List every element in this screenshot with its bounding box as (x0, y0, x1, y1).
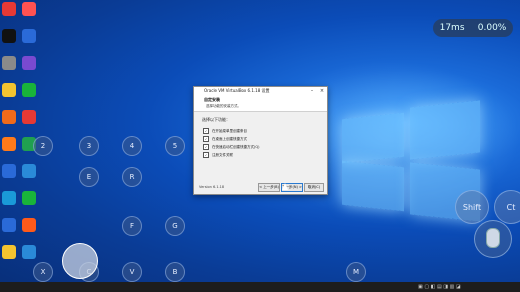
key-ctrl-label: Ct (506, 202, 516, 212)
desktop-app-icon[interactable] (22, 191, 36, 205)
tray-icons[interactable]: ▣ ▢ ◧ ▤ ◨ ▥ ◪ (418, 284, 461, 290)
key-2[interactable]: 2 (33, 136, 53, 156)
dialog-title: Oracle VM VirtualBox 6.1.18 设置 (204, 88, 270, 93)
desktop-app-icon[interactable] (22, 2, 36, 16)
key-3-label: 3 (86, 142, 92, 150)
desktop-app-icon[interactable] (22, 218, 36, 232)
desktop-app-icon[interactable] (2, 110, 16, 124)
option-label: 在开始菜单里创建条目 (212, 128, 247, 133)
virtual-joystick[interactable] (62, 243, 98, 279)
dialog-heading: 自定安装 (204, 97, 220, 102)
desktop-app-icon[interactable] (22, 56, 36, 70)
latency-readout: 17ms (439, 23, 465, 33)
desktop-app-icon[interactable] (22, 164, 36, 178)
desktop-app-icon[interactable] (22, 245, 36, 259)
key-3[interactable]: 3 (79, 136, 99, 156)
option-desktop-shortcut[interactable]: ✓ 在桌面上创建快捷方式 (203, 136, 247, 142)
key-f[interactable]: F (122, 216, 142, 236)
key-v[interactable]: V (122, 262, 142, 282)
checkbox-icon[interactable]: ✓ (203, 136, 209, 142)
key-shift[interactable]: Shift (455, 190, 489, 224)
installer-dialog: Oracle VM VirtualBox 6.1.18 设置 – × 自定安装 … (193, 86, 328, 195)
desktop-background: 17ms 0.00% 2 3 4 5 E R F G X C V B M Shi… (0, 0, 520, 292)
close-icon[interactable]: × (317, 87, 327, 95)
key-x-label: X (40, 268, 46, 276)
key-shift-label: Shift (462, 202, 482, 212)
back-button[interactable]: < 上一步(B) (258, 183, 280, 192)
key-e-label: E (86, 173, 92, 181)
option-start-menu[interactable]: ✓ 在开始菜单里创建条目 (203, 128, 247, 134)
desktop-app-icon[interactable] (2, 29, 16, 43)
desktop-app-icon[interactable] (2, 191, 16, 205)
key-m[interactable]: M (346, 262, 366, 282)
mouse-pointer-icon (282, 183, 288, 190)
key-2-label: 2 (40, 142, 46, 150)
desktop-app-icon[interactable] (22, 29, 36, 43)
option-file-assoc[interactable]: ✓ 注册文件关联 (203, 152, 233, 158)
desktop-app-icon[interactable] (2, 83, 16, 97)
option-label: 注册文件关联 (212, 152, 233, 157)
desktop-app-icon[interactable] (2, 2, 16, 16)
key-5-label: 5 (172, 142, 178, 150)
desktop-app-icon[interactable] (2, 164, 16, 178)
desktop-app-icon[interactable] (2, 218, 16, 232)
key-5[interactable]: 5 (165, 136, 185, 156)
key-v-label: V (129, 268, 135, 276)
key-b-label: B (172, 268, 178, 276)
key-g-label: G (172, 222, 178, 230)
cancel-button[interactable]: 取消(C) (304, 183, 324, 192)
desktop-app-icon[interactable] (2, 245, 16, 259)
loss-readout: 0.00% (477, 23, 507, 33)
dialog-titlebar: Oracle VM VirtualBox 6.1.18 设置 – × (194, 87, 327, 95)
network-hud: 17ms 0.00% (433, 19, 513, 37)
key-f-label: F (129, 222, 135, 230)
key-r[interactable]: R (122, 167, 142, 187)
key-x[interactable]: X (33, 262, 53, 282)
checkbox-icon[interactable]: ✓ (203, 152, 209, 158)
key-g[interactable]: G (165, 216, 185, 236)
desktop-app-icon[interactable] (22, 110, 36, 124)
desktop-app-icon[interactable] (2, 56, 16, 70)
key-m-label: M (352, 268, 360, 276)
desktop-app-icon[interactable] (22, 83, 36, 97)
desktop-app-icon[interactable] (2, 137, 16, 151)
key-e[interactable]: E (79, 167, 99, 187)
option-label: 在快速启动栏创建快捷方式(Q) (212, 144, 260, 149)
key-4[interactable]: 4 (122, 136, 142, 156)
key-4-label: 4 (129, 142, 135, 150)
minimize-icon[interactable]: – (307, 87, 317, 95)
mouse-icon (486, 228, 500, 248)
dialog-header: 自定安装 选择功能的安装方式。 (194, 95, 327, 112)
option-label: 在桌面上创建快捷方式 (212, 136, 247, 141)
key-ctrl[interactable]: Ct (494, 190, 520, 224)
checkbox-icon[interactable]: ✓ (203, 128, 209, 134)
options-group-label: 选择以下功能： (202, 117, 230, 122)
key-b[interactable]: B (165, 262, 185, 282)
option-quick-launch[interactable]: ✓ 在快速启动栏创建快捷方式(Q) (203, 144, 260, 150)
key-r-label: R (129, 173, 135, 181)
dialog-subheading: 选择功能的安装方式。 (206, 104, 241, 108)
checkbox-icon[interactable]: ✓ (203, 144, 209, 150)
taskbar: ▣ ▢ ◧ ▤ ◨ ▥ ◪ (0, 282, 520, 292)
version-text: Version 6.1.18 (199, 185, 225, 189)
